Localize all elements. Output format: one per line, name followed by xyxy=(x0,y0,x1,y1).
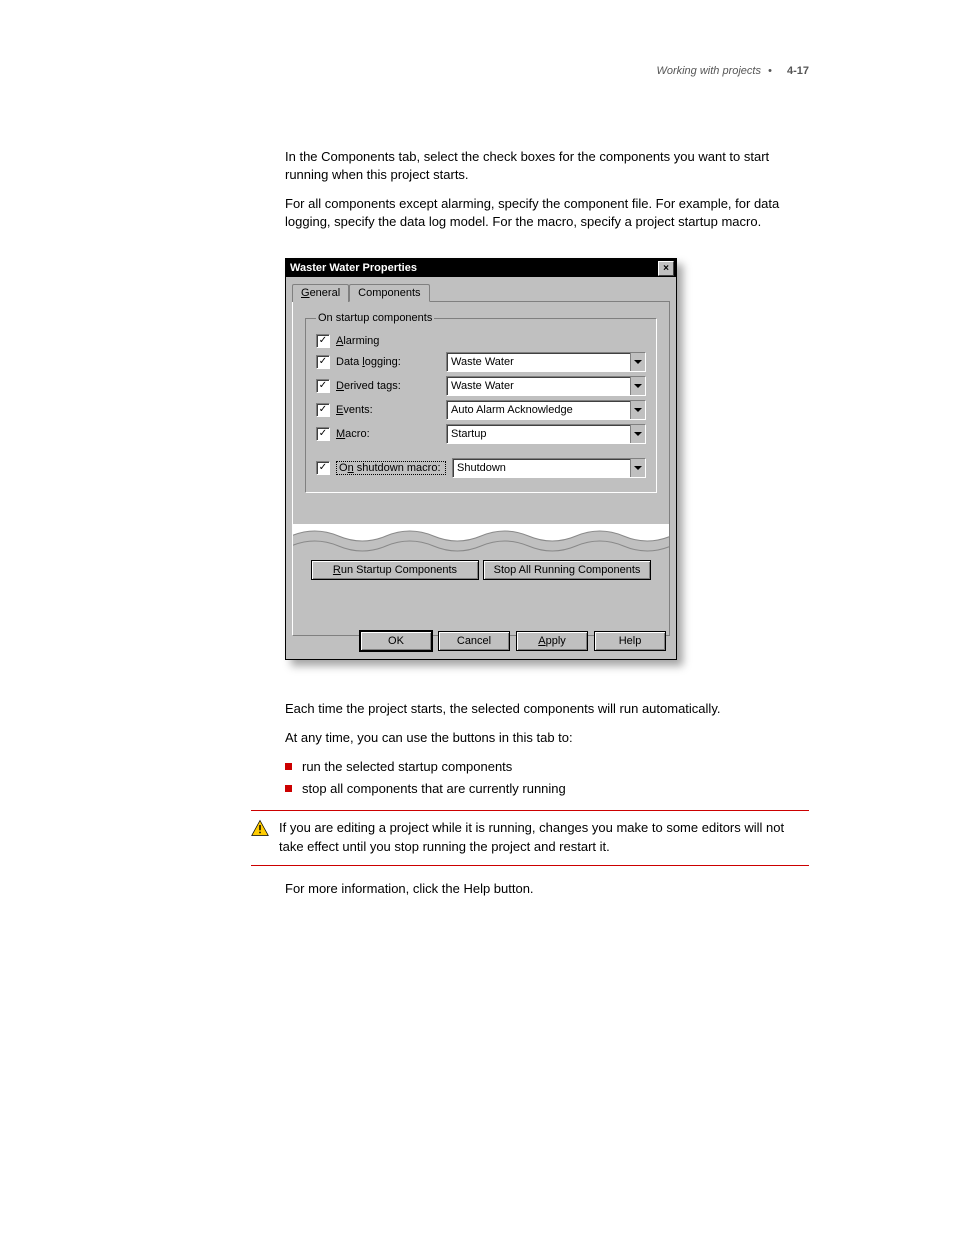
intro-text: In the Components tab, select the check … xyxy=(285,148,809,230)
tab-general[interactable]: General xyxy=(292,284,349,302)
events-checkbox[interactable] xyxy=(316,403,330,417)
dialog-titlebar[interactable]: Waster Water Properties × xyxy=(286,259,676,277)
datalogging-dropdown[interactable]: Waste Water xyxy=(446,352,646,372)
macro-dropdown[interactable]: Startup xyxy=(446,424,646,444)
shutdown-checkbox[interactable] xyxy=(316,461,330,475)
events-value: Auto Alarm Acknowledge xyxy=(447,404,630,416)
intro-paragraph-2: For all components except alarming, spec… xyxy=(285,195,809,230)
chapter-title: Working with projects xyxy=(656,65,761,77)
torn-separator xyxy=(292,524,670,554)
events-dropdown[interactable]: Auto Alarm Acknowledge xyxy=(446,400,646,420)
tab-row: General Components xyxy=(292,283,670,302)
derived-checkbox[interactable] xyxy=(316,379,330,393)
stop-all-button[interactable]: Stop All Running Components xyxy=(483,560,651,580)
body-paragraph-5: For more information, click the Help but… xyxy=(285,880,809,899)
group-legend: On startup components xyxy=(316,312,434,324)
warning-text: If you are editing a project while it is… xyxy=(279,819,809,857)
shutdown-dropdown[interactable]: Shutdown xyxy=(452,458,646,478)
shutdown-value: Shutdown xyxy=(453,462,630,474)
body-paragraph-3: Each time the project starts, the select… xyxy=(285,700,809,719)
alarming-checkbox[interactable] xyxy=(316,334,330,348)
bullet-2: stop all components that are currently r… xyxy=(302,780,566,799)
derived-dropdown[interactable]: Waste Water xyxy=(446,376,646,396)
shutdown-label: On shutdown macro: xyxy=(336,461,446,475)
apply-button[interactable]: Apply xyxy=(516,631,588,651)
bullet-icon xyxy=(285,785,292,792)
chevron-down-icon[interactable] xyxy=(630,353,645,371)
header-bullet: • xyxy=(768,65,772,77)
startup-components-group: On startup components Alarming Data logg… xyxy=(305,312,657,493)
chevron-down-icon[interactable] xyxy=(630,459,645,477)
warning-icon xyxy=(251,819,269,837)
derived-value: Waste Water xyxy=(447,380,630,392)
warning-block: If you are editing a project while it is… xyxy=(251,810,809,866)
bullet-list: run the selected startup components stop… xyxy=(285,758,809,799)
bullet-1: run the selected startup components xyxy=(302,758,512,777)
tab-components[interactable]: Components xyxy=(349,284,429,302)
datalogging-checkbox[interactable] xyxy=(316,355,330,369)
chevron-down-icon[interactable] xyxy=(630,401,645,419)
help-button[interactable]: Help xyxy=(594,631,666,651)
macro-label: Macro: xyxy=(336,428,440,440)
chevron-down-icon[interactable] xyxy=(630,377,645,395)
page-header: Working with projects • 4-17 xyxy=(656,65,809,77)
chevron-down-icon[interactable] xyxy=(630,425,645,443)
close-icon[interactable]: × xyxy=(658,261,674,276)
run-startup-button[interactable]: Run Startup Components xyxy=(311,560,479,580)
properties-dialog-screenshot: Waster Water Properties × General Compon… xyxy=(285,258,677,660)
macro-checkbox[interactable] xyxy=(316,427,330,441)
events-label: Events: xyxy=(336,404,440,416)
datalogging-label: Data logging: xyxy=(336,356,440,368)
ok-button[interactable]: OK xyxy=(360,631,432,651)
dialog-title: Waster Water Properties xyxy=(290,262,417,274)
intro-paragraph-1: In the Components tab, select the check … xyxy=(285,148,809,183)
body-paragraph-4: At any time, you can use the buttons in … xyxy=(285,729,809,748)
cancel-button[interactable]: Cancel xyxy=(438,631,510,651)
macro-value: Startup xyxy=(447,428,630,440)
bullet-icon xyxy=(285,763,292,770)
datalogging-value: Waste Water xyxy=(447,356,630,368)
page-number: 4-17 xyxy=(787,65,809,77)
derived-label: Derived tags: xyxy=(336,380,440,392)
alarming-label: Alarming xyxy=(336,335,440,347)
